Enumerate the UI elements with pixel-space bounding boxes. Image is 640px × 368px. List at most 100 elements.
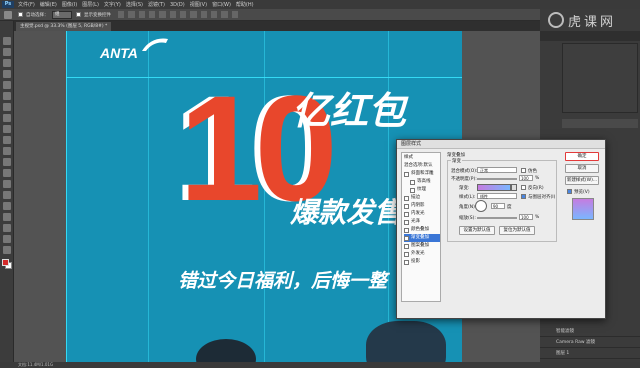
checkbox[interactable]	[404, 195, 409, 201]
fx-satin[interactable]: 光泽	[404, 218, 440, 226]
checkbox[interactable]	[404, 251, 409, 257]
gradient-swatch[interactable]	[477, 184, 511, 191]
menu-layer[interactable]: 图层(L)	[82, 1, 99, 8]
menu-type[interactable]: 文字(Y)	[104, 1, 121, 8]
type-tool-icon[interactable]	[3, 202, 11, 210]
fx-stroke[interactable]: 描边	[404, 194, 440, 202]
menu-file[interactable]: 文件(F)	[18, 1, 35, 8]
checkbox-checked[interactable]	[404, 235, 409, 241]
history-brush-tool-icon[interactable]	[3, 136, 11, 144]
align-buttons[interactable]	[118, 11, 238, 19]
lasso-tool-icon[interactable]	[3, 59, 11, 67]
fx-inner-shadow[interactable]: 内阴影	[404, 202, 440, 210]
align-icon[interactable]	[118, 11, 125, 18]
menu-filter[interactable]: 滤镜(T)	[148, 1, 165, 8]
distribute-icon[interactable]	[231, 11, 238, 18]
checkbox[interactable]	[410, 187, 415, 193]
fx-gradient-overlay[interactable]: 渐变叠加	[404, 234, 440, 242]
fx-drop-shadow[interactable]: 投影	[404, 258, 440, 266]
zoom-tool-icon[interactable]	[3, 246, 11, 254]
checkbox[interactable]	[404, 203, 409, 209]
angle-dial[interactable]	[475, 200, 487, 212]
document-tab[interactable]: 主视觉.psd @ 33.3% (图层 5, RGB/8#) *	[16, 22, 112, 31]
blur-tool-icon[interactable]	[3, 169, 11, 177]
checkbox[interactable]	[404, 227, 409, 233]
align-icon[interactable]	[148, 11, 156, 18]
align-icon[interactable]	[138, 11, 145, 18]
move-tool-icon[interactable]	[3, 37, 11, 45]
path-select-tool-icon[interactable]	[3, 213, 11, 221]
fx-texture[interactable]: 纹理	[410, 186, 446, 194]
distribute-icon[interactable]	[200, 11, 207, 18]
menu-edit[interactable]: 编辑(E)	[40, 1, 57, 8]
align-icon[interactable]	[159, 11, 166, 18]
ok-button[interactable]: 确定	[565, 152, 599, 161]
show-transform-checkbox[interactable]	[76, 12, 81, 17]
distribute-icon[interactable]	[221, 11, 228, 18]
menu-3d[interactable]: 3D(D)	[170, 2, 185, 8]
menu-help[interactable]: 帮助(H)	[236, 1, 254, 8]
checkbox[interactable]	[404, 259, 409, 265]
menu-select[interactable]: 选择(S)	[126, 1, 143, 8]
fx-contour[interactable]: 等高线	[410, 178, 446, 186]
new-style-button[interactable]: 新建样式(W)...	[565, 176, 599, 185]
cancel-button[interactable]: 取消	[565, 164, 599, 173]
hand-tool-icon[interactable]	[3, 235, 11, 243]
blend-mode-select[interactable]: 正常	[477, 167, 517, 173]
distribute-icon[interactable]	[179, 11, 187, 18]
align-icon[interactable]	[128, 11, 135, 18]
gradient-label: 渐变:	[459, 186, 470, 191]
brush-tool-icon[interactable]	[3, 114, 11, 122]
auto-select-checkbox[interactable]	[18, 12, 23, 17]
scale-input[interactable]: 100	[519, 214, 533, 220]
fx-pattern-overlay[interactable]: 图案叠加	[404, 242, 440, 250]
blend-options-item[interactable]: 混合选项:默认	[404, 162, 433, 168]
align-icon[interactable]	[169, 11, 176, 18]
layer-row[interactable]: 图层 1	[540, 349, 640, 359]
fx-color-overlay[interactable]: 颜色叠加	[404, 226, 440, 234]
fx-outer-glow[interactable]: 外发光	[404, 250, 440, 258]
styles-header[interactable]: 样式	[404, 154, 413, 160]
eraser-tool-icon[interactable]	[3, 147, 11, 155]
dodge-tool-icon[interactable]	[3, 180, 11, 188]
layer-row[interactable]: 智能滤镜	[540, 327, 640, 337]
eyedropper-tool-icon[interactable]	[3, 92, 11, 100]
menu-image[interactable]: 图像(I)	[62, 1, 77, 8]
shape-tool-icon[interactable]	[3, 224, 11, 232]
menu-view[interactable]: 视图(V)	[190, 1, 207, 8]
reset-default-button[interactable]: 复位为默认值	[499, 226, 535, 235]
checkbox[interactable]	[404, 211, 409, 217]
fx-bevel-emboss[interactable]: 斜面和浮雕	[404, 170, 440, 178]
angle-input[interactable]: 90	[491, 203, 505, 209]
layer-name: 智能滤镜	[556, 329, 574, 334]
fx-inner-glow[interactable]: 内发光	[404, 210, 440, 218]
crop-tool-icon[interactable]	[3, 81, 11, 89]
pen-tool-icon[interactable]	[3, 191, 11, 199]
checkbox[interactable]	[410, 179, 415, 185]
marquee-tool-icon[interactable]	[3, 48, 11, 56]
stamp-tool-icon[interactable]	[3, 125, 11, 133]
gradient-dropdown-button[interactable]	[511, 184, 517, 191]
distribute-icon[interactable]	[190, 11, 197, 18]
preview-checkbox[interactable]	[567, 189, 572, 194]
gradient-tool-icon[interactable]	[3, 158, 11, 166]
auto-select-dropdown[interactable]: 组	[52, 11, 72, 19]
style-select[interactable]: 线性	[477, 193, 517, 199]
dither-checkbox[interactable]	[521, 168, 526, 173]
menu-window[interactable]: 窗口(W)	[212, 1, 231, 8]
foreground-color-swatch[interactable]	[2, 259, 9, 266]
healing-tool-icon[interactable]	[3, 103, 11, 111]
layer-row[interactable]: Camera Raw 滤镜	[540, 338, 640, 348]
anta-logo-icon	[142, 38, 168, 51]
opacity-input[interactable]: 100	[519, 175, 533, 181]
distribute-icon[interactable]	[210, 11, 218, 18]
checkbox[interactable]	[404, 219, 409, 225]
checkbox[interactable]	[404, 243, 409, 249]
align-with-layer-checkbox[interactable]	[521, 194, 526, 199]
set-default-button[interactable]: 设置为默认值	[459, 226, 495, 235]
reverse-checkbox[interactable]	[521, 185, 526, 190]
quick-select-tool-icon[interactable]	[3, 70, 11, 78]
scale-slider[interactable]	[477, 217, 517, 219]
opacity-slider[interactable]	[477, 178, 517, 180]
checkbox[interactable]	[404, 171, 409, 177]
